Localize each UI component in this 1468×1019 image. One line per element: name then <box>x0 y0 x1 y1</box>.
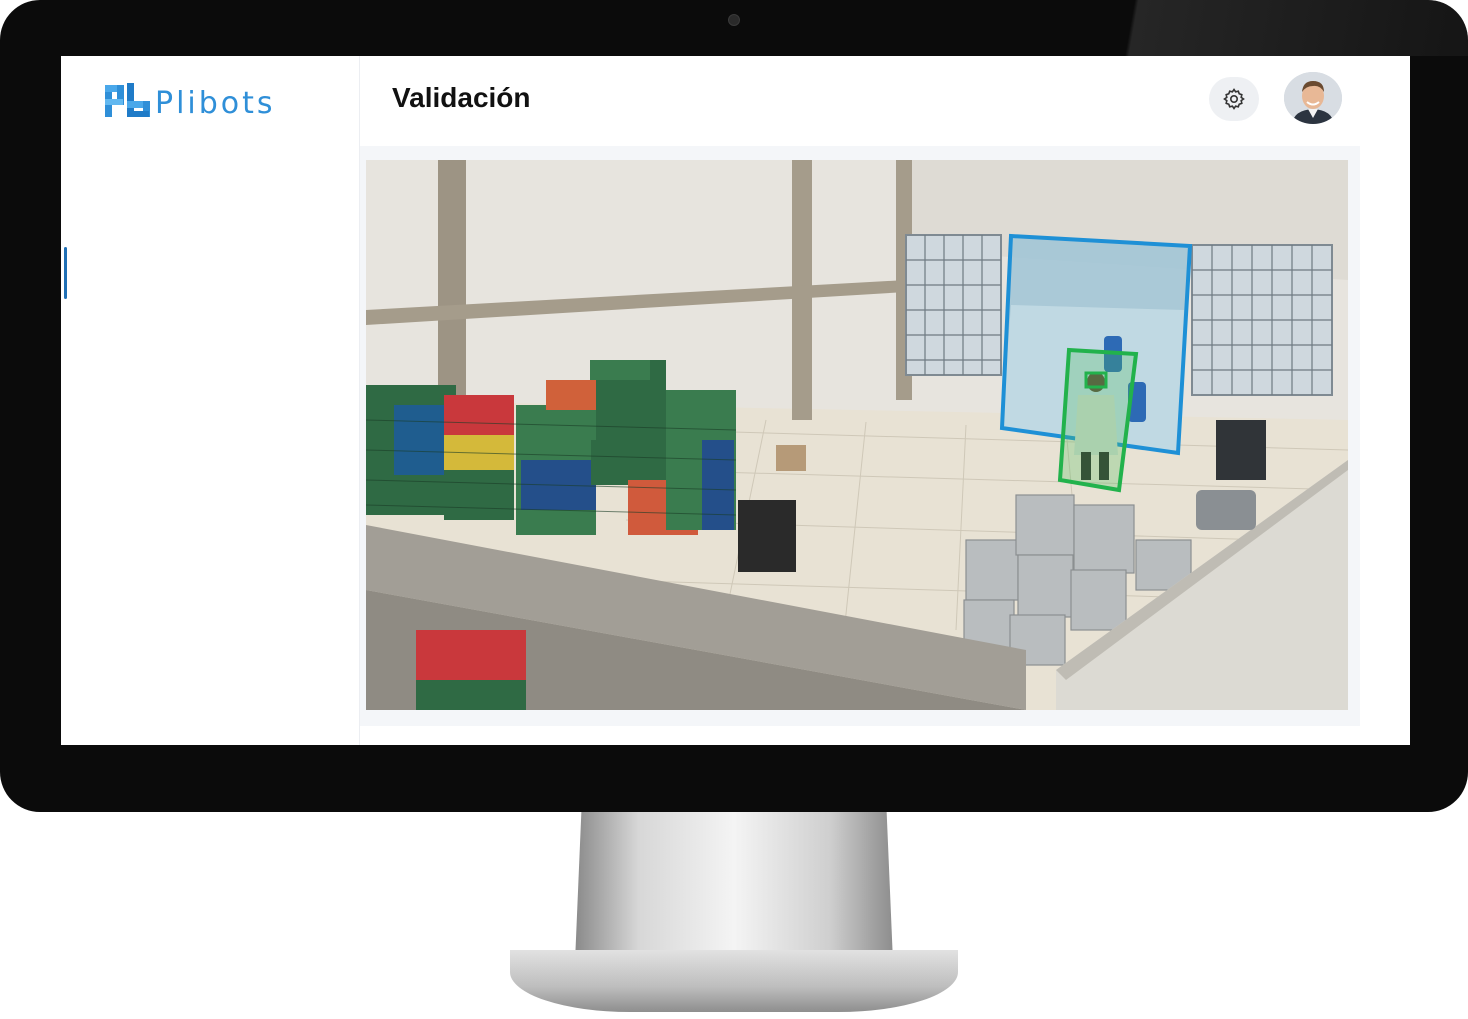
webcam-dot <box>728 14 740 26</box>
gear-icon <box>1223 88 1245 110</box>
camera-feed[interactable] <box>366 160 1348 710</box>
app-screen: Plibots Validación <box>61 56 1410 745</box>
sidebar-active-indicator <box>64 247 67 299</box>
monitor-glare <box>1088 0 1468 56</box>
page-title: Validación <box>392 82 531 113</box>
sidebar: Plibots <box>61 56 360 745</box>
plibots-logo-icon <box>103 81 155 121</box>
brand-name: Plibots <box>155 86 276 121</box>
warehouse-scene <box>366 160 1348 710</box>
main-area: Validación <box>360 56 1410 745</box>
brand-logo[interactable]: Plibots <box>103 80 276 121</box>
monitor-stand-base <box>510 950 958 1012</box>
content-area <box>360 146 1360 726</box>
monitor-stand-neck <box>575 812 893 962</box>
page-header: Validación <box>360 56 1410 144</box>
user-avatar[interactable] <box>1284 72 1342 124</box>
settings-button[interactable] <box>1209 77 1259 121</box>
